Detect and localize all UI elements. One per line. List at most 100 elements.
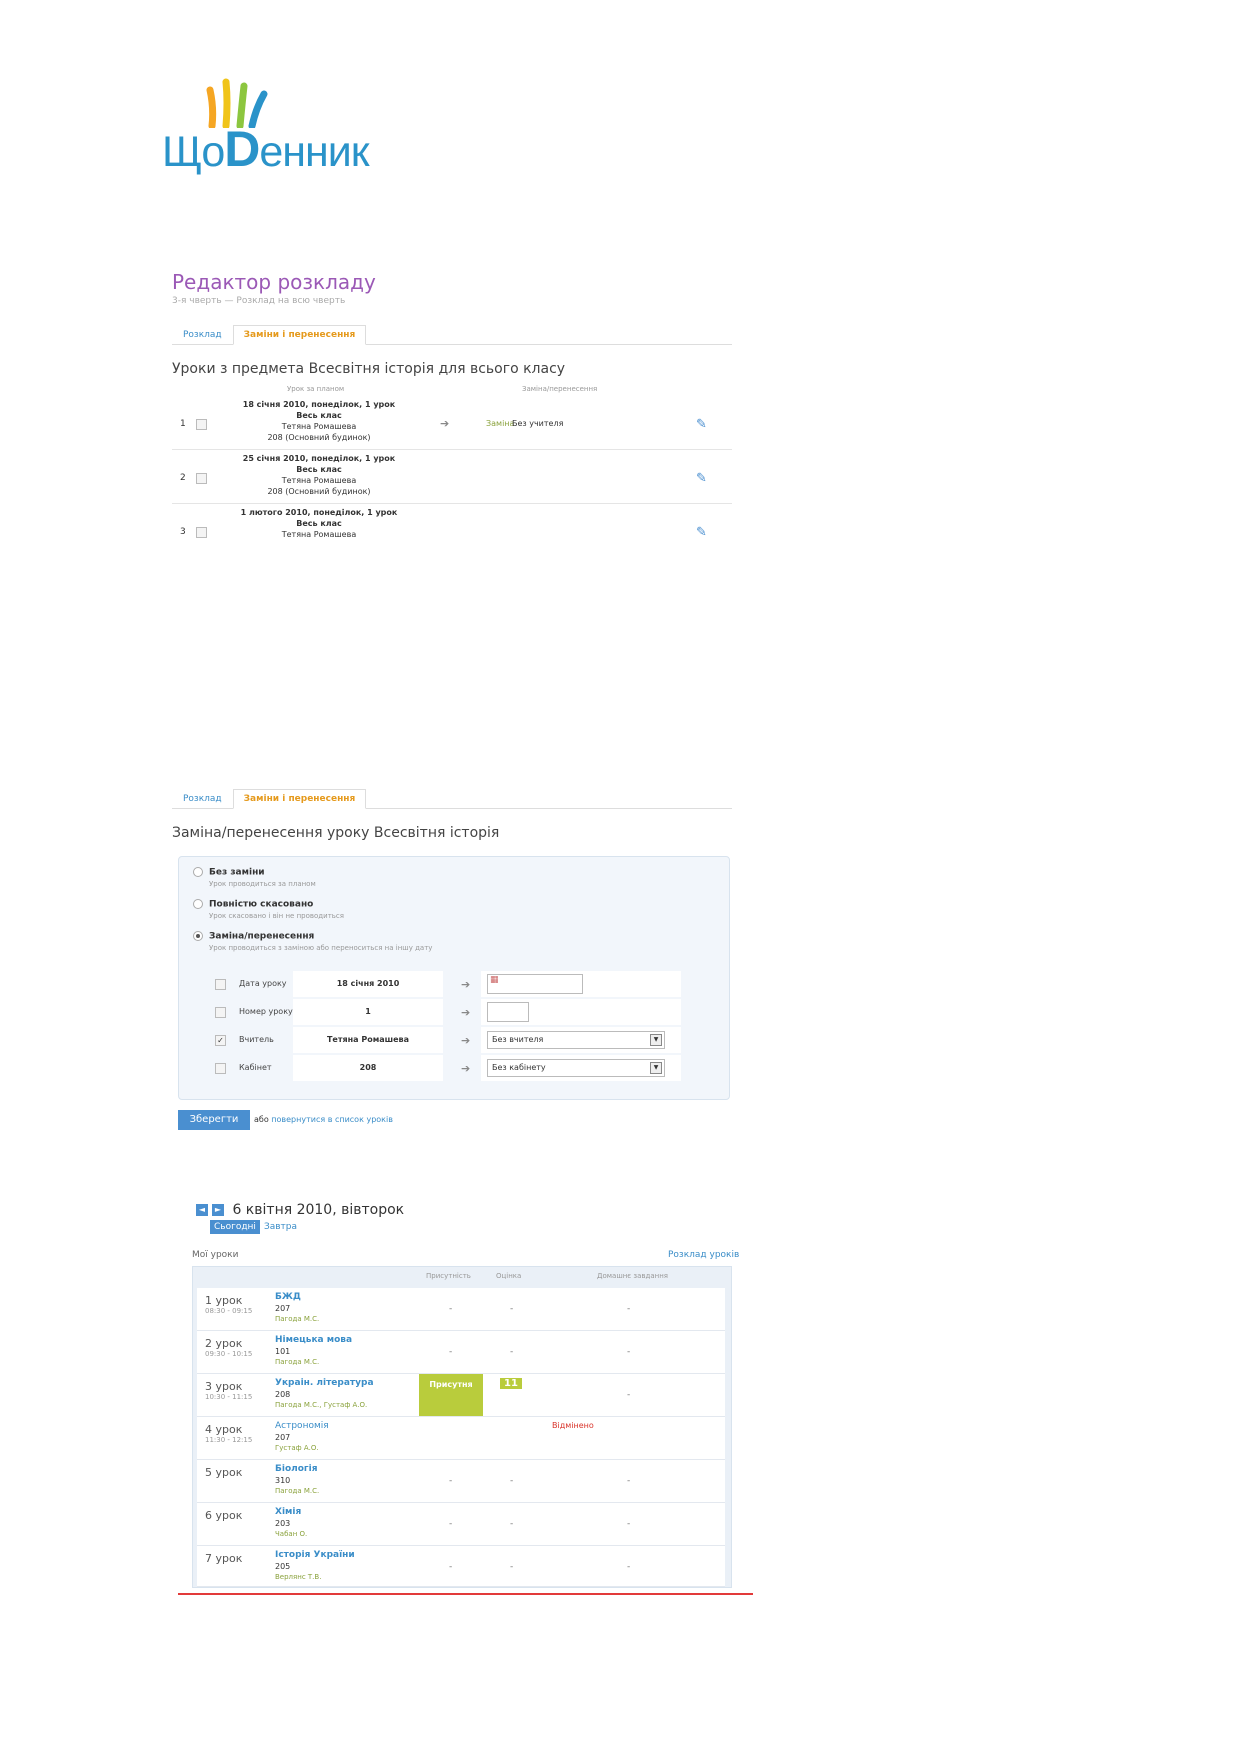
lesson-room: 101 xyxy=(275,1347,291,1356)
grade-badge: 11 xyxy=(500,1378,522,1389)
arrow-right-icon: ➔ xyxy=(461,978,471,991)
presence-value: - xyxy=(449,1562,453,1572)
lesson-time: 09:30 - 10:15 xyxy=(205,1350,253,1358)
column-header-change: Заміна/перенесення xyxy=(522,385,598,393)
lesson-row: 1 урок 08:30 - 09:15 БЖД 207 Пагода М.С.… xyxy=(197,1288,725,1331)
lesson-time: 10:30 - 11:15 xyxy=(205,1393,253,1401)
chevron-down-icon[interactable]: ▼ xyxy=(650,1062,662,1074)
chevron-down-icon[interactable]: ▼ xyxy=(650,1034,662,1046)
table-row: 1 18 січня 2010, понеділок, 1 урок Весь к… xyxy=(172,397,732,450)
field-new-box: ▦ xyxy=(481,971,681,997)
table-row: 3 1 лютого 2010, понеділок, 1 урок Весь к… xyxy=(172,505,732,545)
row-checkbox[interactable] xyxy=(196,419,207,430)
back-link[interactable]: повернутися в список уроків xyxy=(271,1115,393,1124)
diary-date-header: ◄ ► 6 квітня 2010, вівторок xyxy=(196,1202,404,1218)
section-heading: Уроки з предмета Всесвітня історія для в… xyxy=(172,361,566,377)
edit-pencil-icon[interactable]: ✎ xyxy=(696,525,710,540)
grade-value: - xyxy=(510,1347,514,1357)
lesson-info: 18 січня 2010, понеділок, 1 урок Весь кла… xyxy=(242,400,396,442)
option-change[interactable]: Заміна/перенесення Урок проводиться з за… xyxy=(193,931,432,952)
lesson-number-input[interactable] xyxy=(487,1002,529,1022)
field-checkbox[interactable] xyxy=(215,1007,226,1018)
my-lessons-label: Мої уроки xyxy=(192,1250,239,1260)
subject-link[interactable]: Історія України xyxy=(275,1550,355,1560)
tab-tomorrow[interactable]: Завтра xyxy=(260,1220,301,1234)
change-value: Без учителя xyxy=(512,419,564,428)
lesson-number: 7 урок xyxy=(205,1552,243,1565)
teacher-select[interactable]: Без вчителя ▼ xyxy=(487,1031,665,1049)
option-cancelled[interactable]: Повністю скасовано Урок скасовано і він … xyxy=(193,899,344,920)
calendar-icon[interactable]: ▦ xyxy=(490,975,499,985)
row-checkbox[interactable] xyxy=(196,527,207,538)
radio-button[interactable] xyxy=(193,899,203,909)
field-row-date: Дата уроку 18 січня 2010 ➔ ▦ xyxy=(201,971,701,997)
grade-value: - xyxy=(510,1519,514,1529)
subject-link[interactable]: Німецька мова xyxy=(275,1335,352,1345)
table-row: 2 25 січня 2010, понеділок, 1 урок Весь к… xyxy=(172,451,732,504)
presence-value: - xyxy=(449,1347,453,1357)
arrow-right-icon: ➔ xyxy=(461,1062,471,1075)
lesson-row: 5 урок Біологія 310 Пагода М.С. - - - xyxy=(197,1460,725,1503)
homework-value: - xyxy=(627,1304,631,1314)
column-header-grade: Оцінка xyxy=(496,1272,522,1280)
lesson-row: 7 урок Історія України 205 Верлянс Т.В. … xyxy=(197,1546,725,1587)
room-select[interactable]: Без кабінету ▼ xyxy=(487,1059,665,1077)
lesson-room: 207 xyxy=(275,1304,291,1313)
presence-value: - xyxy=(449,1304,453,1314)
field-checkbox[interactable]: ✓ xyxy=(215,1035,226,1046)
radio-button[interactable] xyxy=(193,931,203,941)
lesson-room: 205 xyxy=(275,1562,291,1571)
arrow-right-icon: ➔ xyxy=(461,1034,471,1047)
subject-link[interactable]: Астрономія xyxy=(275,1421,329,1431)
back-link-row: або повернутися в список уроків xyxy=(254,1115,393,1124)
lesson-time: 11:30 - 12:15 xyxy=(205,1436,253,1444)
cancelled-status: Відмінено xyxy=(552,1421,594,1430)
subject-link[interactable]: Украін. література xyxy=(275,1378,374,1388)
grade-value: - xyxy=(510,1304,514,1314)
lesson-number: 3 урок xyxy=(205,1380,243,1393)
field-checkbox[interactable] xyxy=(215,1063,226,1074)
option-no-change[interactable]: Без заміни Урок проводиться за планом xyxy=(193,867,316,888)
field-checkbox[interactable] xyxy=(215,979,226,990)
logo-wordmark: ЩоDенник xyxy=(162,121,370,177)
arrow-right-icon: ➔ xyxy=(440,417,450,430)
schedule-link[interactable]: Розклад уроків xyxy=(668,1250,739,1260)
tab-schedule[interactable]: Розклад xyxy=(172,789,233,808)
radio-button[interactable] xyxy=(193,867,203,877)
lesson-teacher: Пагода М.С. xyxy=(275,1487,320,1495)
diary-date-title: 6 квітня 2010, вівторок xyxy=(232,1202,405,1218)
subject-link[interactable]: БЖД xyxy=(275,1292,301,1302)
grade-value: - xyxy=(510,1562,514,1572)
lesson-number: 1 урок xyxy=(205,1294,243,1307)
subject-link[interactable]: Біологія xyxy=(275,1464,317,1474)
field-new-box: Без кабінету ▼ xyxy=(481,1055,681,1081)
edit-pencil-icon[interactable]: ✎ xyxy=(696,417,710,432)
column-header-presence: Присутність xyxy=(426,1272,471,1280)
row-checkbox[interactable] xyxy=(196,473,207,484)
homework-value: - xyxy=(627,1562,631,1572)
save-button[interactable]: Зберегти xyxy=(178,1110,250,1130)
tab-today[interactable]: Сьогодні xyxy=(210,1220,260,1234)
lesson-teacher: Пагода М.С. xyxy=(275,1358,320,1366)
edit-pencil-icon[interactable]: ✎ xyxy=(696,471,710,486)
tab-bar: Розклад Заміни і перенесення xyxy=(172,786,732,809)
lesson-teacher: Верлянс Т.В. xyxy=(275,1573,322,1581)
date-input[interactable]: ▦ xyxy=(487,974,583,994)
field-label: Вчитель xyxy=(239,1035,274,1044)
lesson-number: 5 урок xyxy=(205,1466,243,1479)
change-type: Заміна xyxy=(486,419,515,428)
lesson-time: 08:30 - 09:15 xyxy=(205,1307,253,1315)
field-row-teacher: ✓ Вчитель Тетяна Ромашева ➔ Без вчителя ▼ xyxy=(201,1027,701,1053)
tab-changes[interactable]: Заміни і перенесення xyxy=(232,325,367,345)
tab-schedule[interactable]: Розклад xyxy=(172,325,233,344)
field-current-value: 208 xyxy=(293,1055,443,1081)
tab-changes[interactable]: Заміни і перенесення xyxy=(232,789,367,809)
lesson-number: 4 урок xyxy=(205,1423,243,1436)
change-options-panel: Без заміни Урок проводиться за планом По… xyxy=(178,856,730,1100)
lesson-row: 4 урок 11:30 - 12:15 Астрономія 207 Густ… xyxy=(197,1417,725,1460)
presence-badge: Присутня xyxy=(419,1374,483,1416)
next-day-icon[interactable]: ► xyxy=(212,1204,224,1216)
subject-link[interactable]: Хімія xyxy=(275,1507,301,1517)
prev-day-icon[interactable]: ◄ xyxy=(196,1204,208,1216)
lesson-number: 2 урок xyxy=(205,1337,243,1350)
